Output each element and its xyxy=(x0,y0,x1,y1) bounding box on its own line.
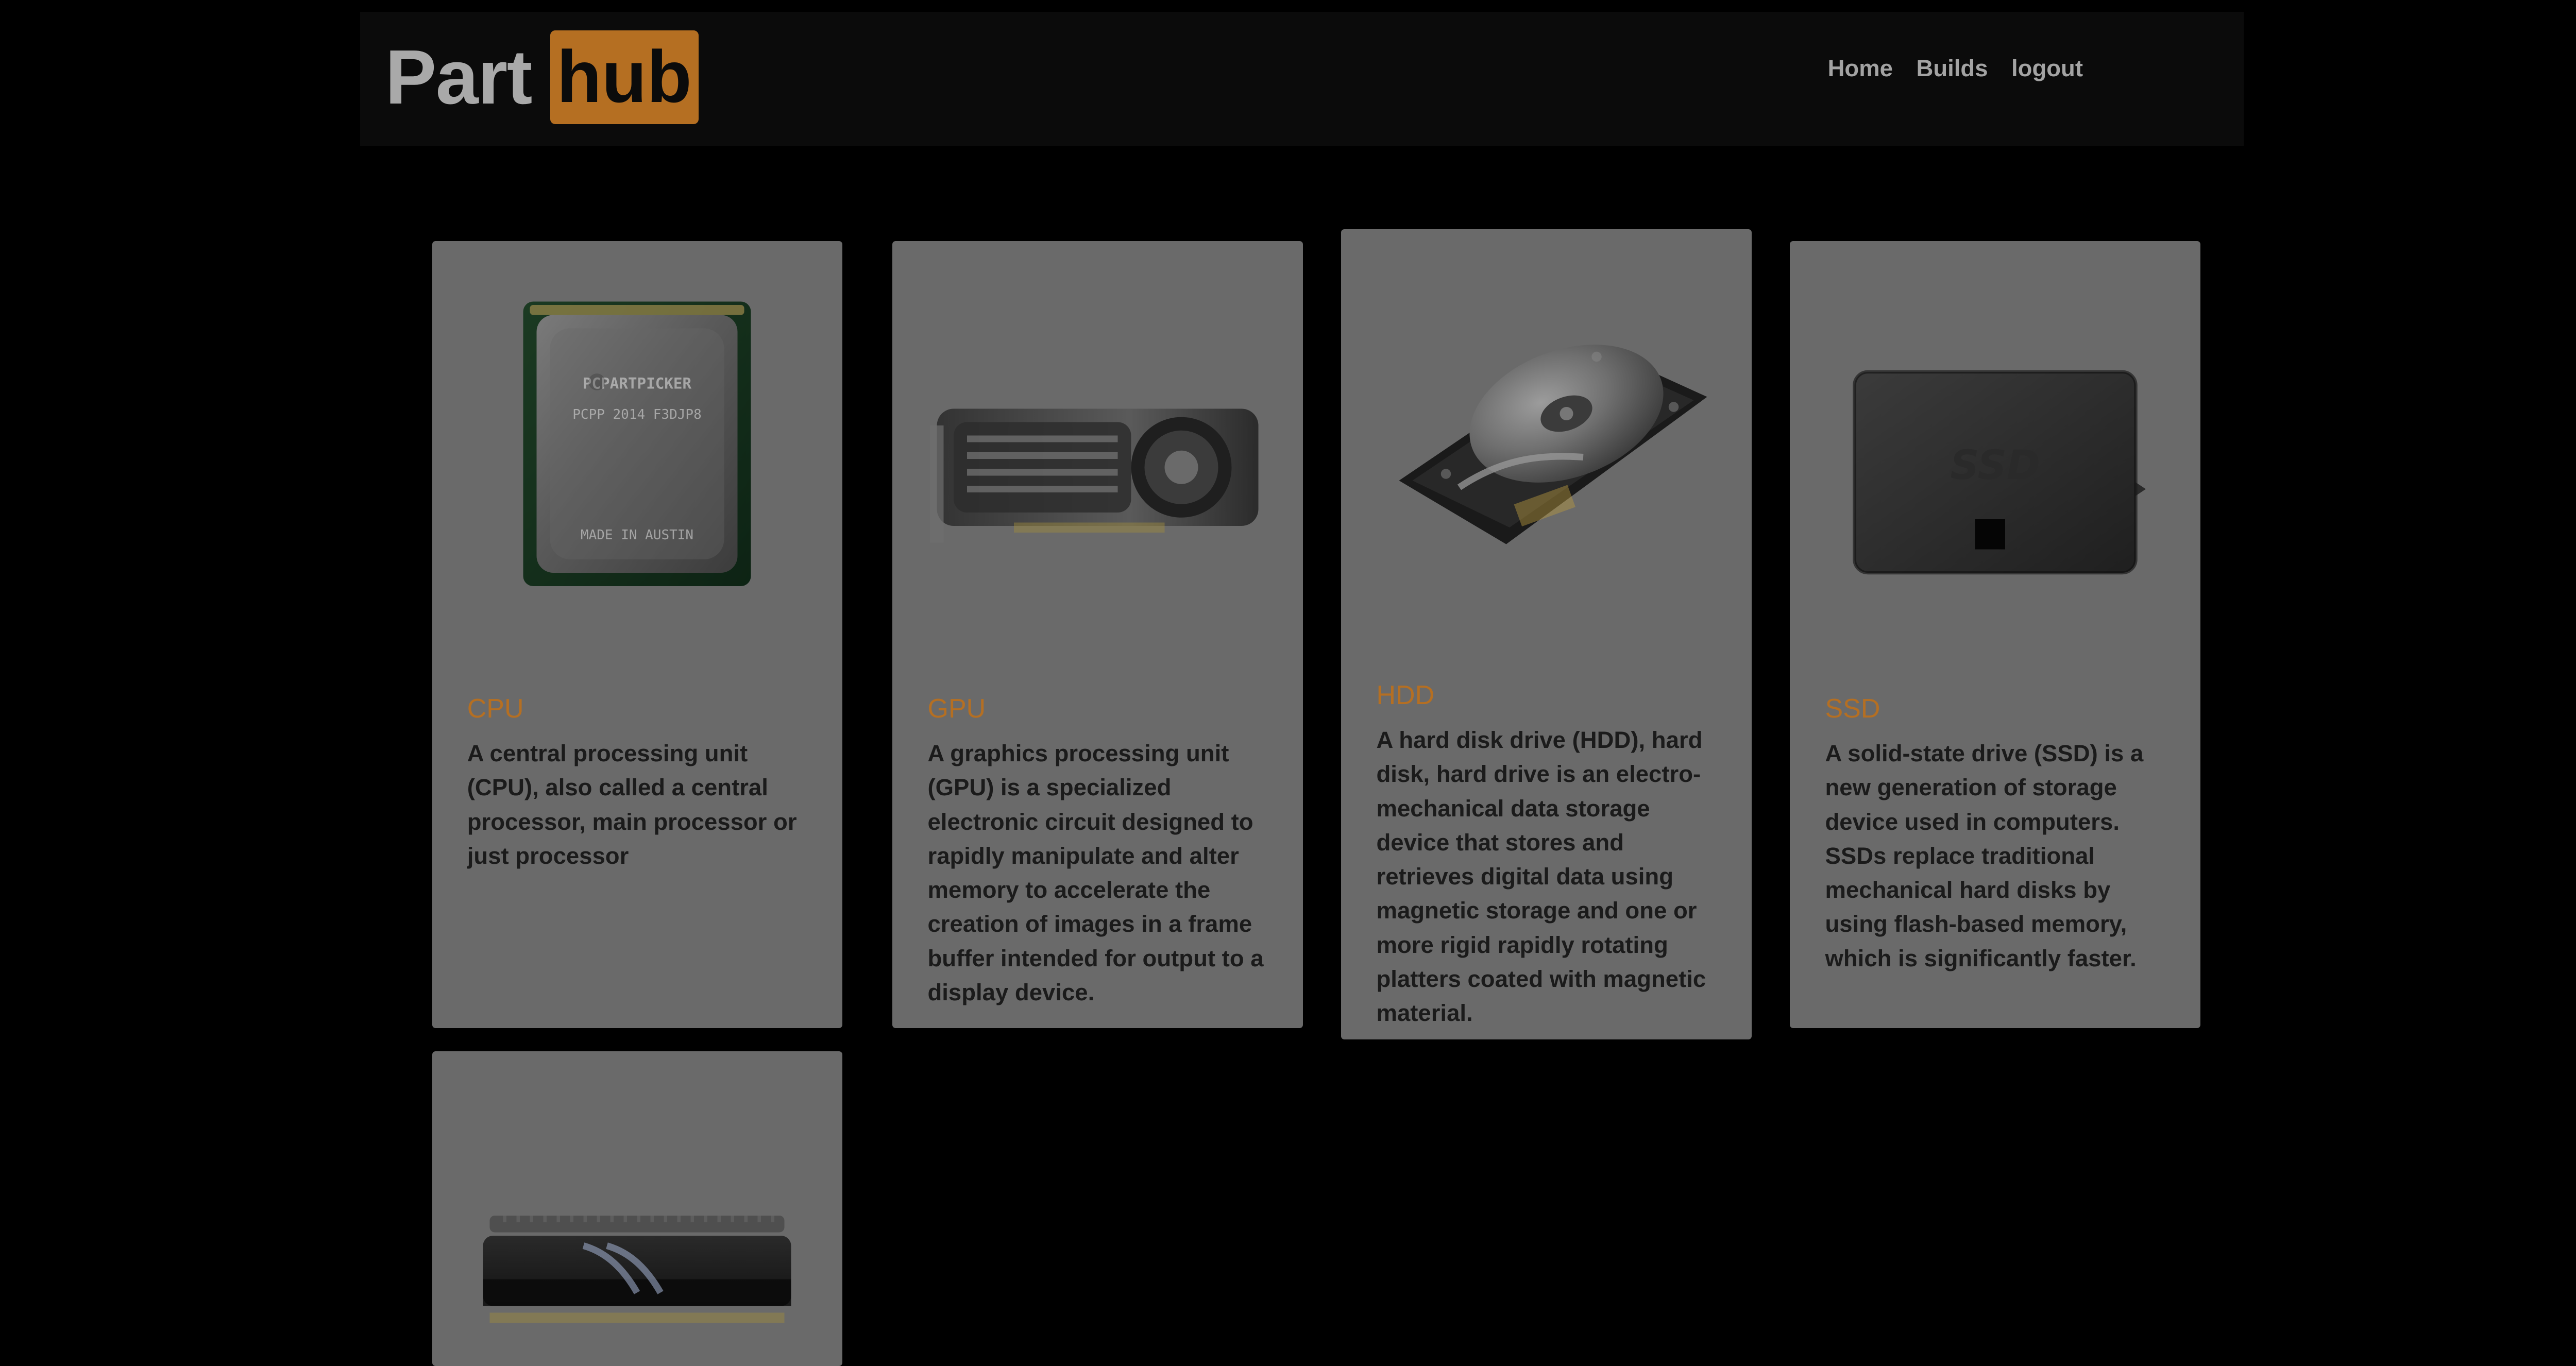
ssd-icon: SSD xyxy=(1811,271,2179,606)
component-card-ssd[interactable]: SSD SSD A solid-state drive (SSD) is a n… xyxy=(1790,241,2200,1028)
nav-logout-link[interactable]: logout xyxy=(2011,52,2083,86)
component-title: HDD xyxy=(1376,680,1435,710)
gpu-icon xyxy=(913,271,1282,606)
component-title: CPU xyxy=(467,693,524,724)
component-description: A central processing unit (CPU), also ca… xyxy=(467,740,797,869)
component-card-hdd[interactable]: HDD A hard disk drive (HDD), hard disk, … xyxy=(1341,229,1752,1040)
cpu-icon: PCPARTPICKER PCPP 2014 F3DJP8 MADE IN AU… xyxy=(453,271,821,606)
component-image-area: PCPARTPICKER PCPP 2014 F3DJP8 MADE IN AU… xyxy=(432,241,842,636)
component-card-cpu[interactable]: PCPARTPICKER PCPP 2014 F3DJP8 MADE IN AU… xyxy=(432,241,842,1028)
primary-nav: Home Builds logout xyxy=(1828,52,2083,86)
brand-logo-hub: hub xyxy=(550,30,699,124)
nav-builds-link[interactable]: Builds xyxy=(1916,52,1988,86)
component-image-area: SSD xyxy=(1790,241,2200,636)
nav-home-link[interactable]: Home xyxy=(1828,52,1893,86)
component-image-area xyxy=(1341,229,1751,624)
svg-text:PCPP 2014 F3DJP8: PCPP 2014 F3DJP8 xyxy=(572,407,701,422)
svg-text:SSD: SSD xyxy=(1950,442,2040,489)
brand-logo[interactable]: Part hub xyxy=(385,30,699,124)
component-description: A solid-state drive (SSD) is a new gener… xyxy=(1825,740,2144,971)
component-image-area xyxy=(432,1051,842,1366)
component-title: GPU xyxy=(927,693,986,724)
brand-logo-part: Part xyxy=(385,33,533,120)
component-card-gpu[interactable]: GPU A graphics processing unit (GPU) is … xyxy=(892,241,1303,1028)
hdd-icon xyxy=(1362,260,1731,594)
component-card-ram[interactable] xyxy=(432,1051,842,1366)
component-description: A hard disk drive (HDD), hard disk, hard… xyxy=(1376,727,1706,1027)
component-image-area xyxy=(892,241,1302,636)
component-description: A graphics processing unit (GPU) is a sp… xyxy=(927,740,1264,1006)
ram-icon xyxy=(453,1051,821,1366)
svg-text:MADE IN AUSTIN: MADE IN AUSTIN xyxy=(581,527,693,543)
component-title: SSD xyxy=(1825,693,1880,724)
top-navigation-bar: Part hub Home Builds logout xyxy=(360,11,2244,146)
